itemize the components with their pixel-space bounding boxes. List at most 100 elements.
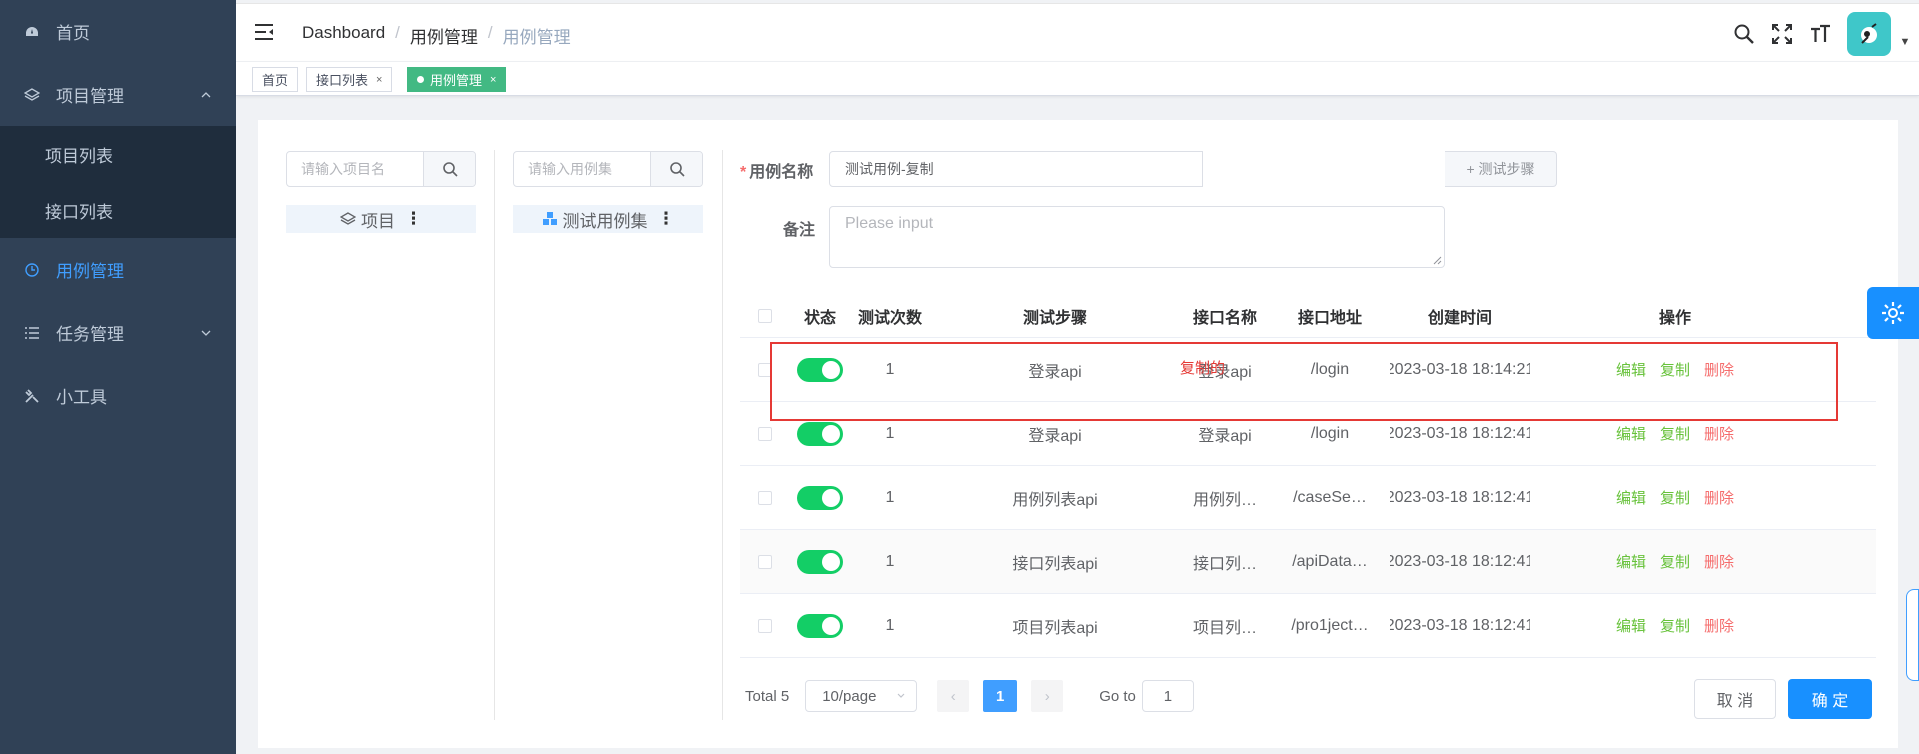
page-size-value: 10/page bbox=[822, 687, 877, 705]
cell-count: 1 bbox=[885, 552, 895, 570]
tree-node-project[interactable]: 项目 ⋮ bbox=[286, 205, 476, 233]
sidebar-item-api-list[interactable]: 接口列表 bbox=[0, 182, 236, 238]
cancel-button[interactable]: 取 消 bbox=[1694, 679, 1776, 719]
sidebar-item-tools[interactable]: 小工具 bbox=[0, 364, 236, 427]
delete-link[interactable]: 删除 bbox=[1704, 423, 1734, 444]
row-checkbox[interactable] bbox=[740, 554, 790, 569]
table-row: 1 项目列表api 项目列… /pro1ject… 2023-03-18 18:12:4… bbox=[740, 594, 1876, 658]
confirm-button[interactable]: 确 定 bbox=[1788, 679, 1872, 719]
next-page-button[interactable]: › bbox=[1031, 680, 1064, 712]
tools-icon bbox=[24, 388, 40, 404]
row-checkbox[interactable] bbox=[740, 426, 790, 441]
cell-api-name: 用例列… bbox=[1192, 491, 1257, 509]
font-size-icon[interactable] bbox=[1801, 19, 1839, 49]
sidebar-item-label: 项目管理 bbox=[56, 87, 124, 106]
sidebar-item-label: 接口列表 bbox=[45, 202, 113, 222]
main-card: 请输入项目名 项目 ⋮ 请输入用例集 测试用例集 ⋮ * 用例名称 测试用例-复制… bbox=[258, 120, 1898, 748]
case-search-button[interactable] bbox=[650, 152, 702, 186]
breadcrumb-item-current: 用例管理 bbox=[502, 28, 571, 47]
case-name-input[interactable]: 测试用例-复制 bbox=[829, 151, 1203, 187]
scroll-handle[interactable] bbox=[1906, 589, 1919, 681]
status-switch[interactable] bbox=[790, 485, 850, 510]
close-icon[interactable]: × bbox=[376, 74, 382, 86]
avatar-image-icon bbox=[1861, 23, 1877, 44]
row-checkbox[interactable] bbox=[740, 490, 790, 505]
status-switch[interactable] bbox=[790, 549, 850, 574]
sidebar-item-project-management[interactable]: 项目管理 bbox=[0, 63, 236, 126]
cell-api-path: /apiData… bbox=[1292, 552, 1368, 570]
sidebar-item-label: 小工具 bbox=[56, 388, 107, 407]
sidebar-item-label: 用例管理 bbox=[56, 262, 124, 281]
pagination: Total 5 10/page ‹ 1 › Go to 1 bbox=[745, 680, 1194, 712]
page-size-select[interactable]: 10/page bbox=[805, 680, 918, 712]
search-icon[interactable] bbox=[1725, 19, 1763, 49]
breadcrumb-item-dashboard[interactable]: Dashboard bbox=[302, 23, 385, 48]
cell-count: 1 bbox=[885, 616, 895, 634]
sidebar-item-task-management[interactable]: 任务管理 bbox=[0, 301, 236, 364]
fullscreen-icon[interactable] bbox=[1763, 19, 1801, 49]
tag-home[interactable]: 首页 bbox=[252, 67, 299, 92]
add-test-step-button[interactable]: + 测试步骤 bbox=[1445, 151, 1557, 187]
tags-view: 首页 接口列表 × 用例管理 × bbox=[236, 62, 1919, 96]
remark-textarea[interactable]: Please input bbox=[829, 206, 1445, 268]
more-icon[interactable]: ⋮ bbox=[405, 209, 422, 229]
select-all-checkbox[interactable] bbox=[740, 308, 790, 323]
chevron-up-icon bbox=[201, 91, 211, 97]
close-icon[interactable]: × bbox=[490, 74, 496, 86]
project-search-input[interactable]: 请输入项目名 bbox=[287, 152, 423, 186]
breadcrumb: Dashboard / 用例管理 / 用例管理 bbox=[302, 23, 571, 48]
delete-link[interactable]: 删除 bbox=[1704, 487, 1734, 508]
project-search: 请输入项目名 bbox=[286, 151, 476, 187]
copy-link[interactable]: 复制 bbox=[1660, 423, 1690, 444]
more-icon[interactable]: ⋮ bbox=[658, 209, 675, 229]
edit-link[interactable]: 编辑 bbox=[1616, 615, 1646, 636]
header-api-path: 接口地址 bbox=[1297, 309, 1362, 327]
required-asterisk: * bbox=[740, 164, 747, 181]
page-number[interactable]: 1 bbox=[983, 680, 1018, 712]
cell-created: 2023-03-18 18:12:41 bbox=[1390, 488, 1530, 506]
cubes-icon bbox=[542, 212, 557, 225]
divider bbox=[722, 150, 723, 720]
tag-api-list[interactable]: 接口列表 × bbox=[306, 67, 393, 92]
tree-node-label: 项目 bbox=[361, 211, 395, 231]
resize-grip-icon[interactable] bbox=[1432, 255, 1442, 265]
status-switch[interactable] bbox=[790, 613, 850, 638]
settings-button[interactable] bbox=[1867, 287, 1919, 339]
table-row: 1 用例列表api 用例列…/caseSe… 2023-03-18 18:12:41 编… bbox=[740, 466, 1876, 530]
delete-link[interactable]: 删除 bbox=[1704, 615, 1734, 636]
hamburger-icon[interactable] bbox=[254, 23, 274, 41]
avatar[interactable] bbox=[1847, 12, 1891, 56]
sidebar: 首页 项目管理 项目列表 接口列表 用例管理 任务管理 小工具 bbox=[0, 0, 236, 754]
divider bbox=[494, 150, 495, 720]
tag-case-management[interactable]: 用例管理 × bbox=[407, 67, 507, 92]
chevron-down-icon bbox=[201, 330, 211, 336]
cell-steps: 项目列表api bbox=[1012, 619, 1098, 637]
cell-created: 2023-03-18 18:12:41 bbox=[1390, 424, 1530, 442]
dashboard-icon bbox=[24, 24, 40, 40]
case-search-input[interactable]: 请输入用例集 bbox=[514, 152, 650, 186]
sidebar-item-project-list[interactable]: 项目列表 bbox=[0, 126, 236, 182]
delete-link[interactable]: 删除 bbox=[1704, 551, 1734, 572]
copy-link[interactable]: 复制 bbox=[1660, 551, 1690, 572]
sidebar-item-case-management[interactable]: 用例管理 bbox=[0, 238, 236, 301]
status-switch[interactable] bbox=[790, 421, 850, 446]
tag-label: 用例管理 bbox=[430, 73, 483, 88]
copy-link[interactable]: 复制 bbox=[1660, 615, 1690, 636]
edit-link[interactable]: 编辑 bbox=[1616, 551, 1646, 572]
prev-page-button[interactable]: ‹ bbox=[937, 680, 970, 712]
tree-node-case-set[interactable]: 测试用例集 ⋮ bbox=[513, 205, 703, 233]
project-search-button[interactable] bbox=[423, 152, 475, 186]
breadcrumb-item-case-management[interactable]: 用例管理 bbox=[410, 23, 478, 48]
submenu-project-management: 项目列表 接口列表 bbox=[0, 126, 236, 238]
row-checkbox[interactable] bbox=[740, 618, 790, 633]
header-ops: 操作 bbox=[1658, 309, 1691, 327]
copy-link[interactable]: 复制 bbox=[1660, 487, 1690, 508]
search-icon bbox=[669, 162, 685, 177]
goto-input[interactable]: 1 bbox=[1141, 680, 1194, 712]
layers-icon bbox=[24, 87, 40, 103]
sidebar-item-home[interactable]: 首页 bbox=[0, 0, 236, 63]
edit-link[interactable]: 编辑 bbox=[1616, 487, 1646, 508]
caret-down-icon[interactable]: ▼ bbox=[1891, 20, 1919, 48]
edit-link[interactable]: 编辑 bbox=[1616, 423, 1646, 444]
annotation-text: 复制的 bbox=[1180, 360, 1226, 377]
